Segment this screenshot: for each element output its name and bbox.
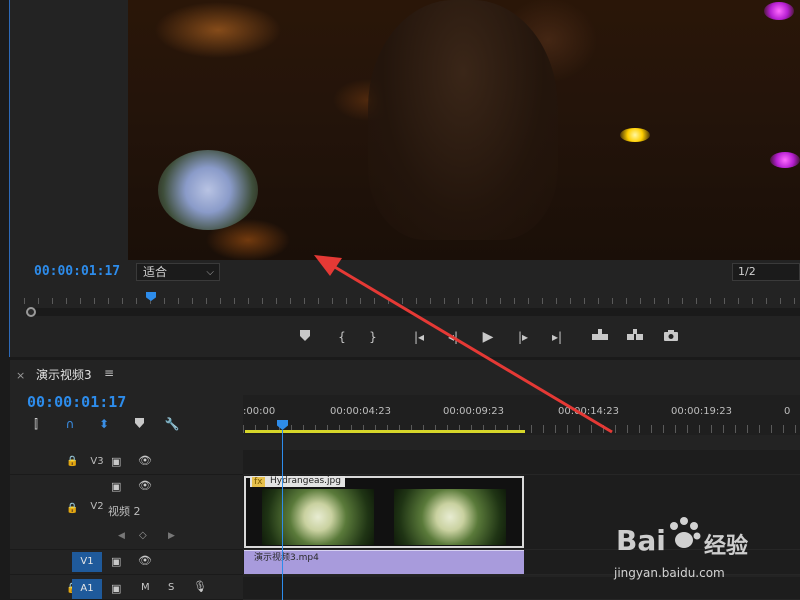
zoom-select[interactable]: 适合 ⌵ xyxy=(136,263,220,281)
ruler-label: 00:00:19:23 xyxy=(671,406,733,417)
play-button[interactable]: ▶ xyxy=(477,328,499,346)
step-back-button[interactable]: ◂| xyxy=(442,328,464,346)
ruler-label: 00:00:09:23 xyxy=(443,406,505,417)
preview-light xyxy=(620,128,650,142)
source-panel-edge xyxy=(0,0,10,357)
panel-menu-button[interactable]: ≡ xyxy=(104,366,114,380)
track-header-v2: ▣ 👁 🔒 V2 视频 2 ◀ ◇ ▶ xyxy=(10,475,243,550)
source-patch-v1[interactable]: V1 xyxy=(72,552,102,572)
timeline-timecode[interactable]: 00:00:01:17 xyxy=(27,393,126,411)
sync-lock-icon[interactable]: ▣ xyxy=(111,455,121,468)
clip-thumbnail xyxy=(262,489,374,545)
sync-lock-icon[interactable]: ▣ xyxy=(111,582,121,595)
ruler-label: :00:00 xyxy=(243,406,276,417)
keyframe-icon[interactable]: ◇ xyxy=(139,530,147,541)
resolution-value: 1/2 xyxy=(738,265,756,278)
prev-keyframe-icon[interactable]: ◀ xyxy=(118,531,125,541)
marker-icon xyxy=(134,418,144,428)
preview-flower-overlay xyxy=(158,150,258,230)
program-timecode[interactable]: 00:00:01:17 xyxy=(34,264,120,279)
lift-icon xyxy=(592,329,608,340)
playhead-line xyxy=(282,430,283,600)
zoom-select-value: 适合 xyxy=(143,265,168,279)
close-tab-button[interactable]: × xyxy=(16,369,25,382)
magnet-icon: ∩ xyxy=(65,417,75,431)
eye-icon[interactable]: 👁 xyxy=(138,479,152,492)
insert-sequence-nest-button[interactable]: ⫿ xyxy=(28,416,44,432)
track-header-v1: V1 ▣ 👁 xyxy=(10,550,243,575)
linked-selection-icon: ⬍ xyxy=(98,417,110,431)
sequence-tab[interactable]: 演示视频3 xyxy=(36,366,92,383)
sync-lock-icon[interactable]: ▣ xyxy=(111,480,121,493)
preview-figure xyxy=(368,0,558,240)
step-forward-icon: |▸ xyxy=(517,330,529,344)
ruler-label: 00:00:14:23 xyxy=(558,406,620,417)
tools-panel-edge xyxy=(0,357,10,600)
lift-button[interactable] xyxy=(589,328,611,346)
fx-badge[interactable]: fx xyxy=(252,477,265,487)
sync-lock-icon[interactable]: ▣ xyxy=(111,555,121,568)
track-lane-a1[interactable] xyxy=(243,577,800,600)
track-label-v3[interactable]: V3 xyxy=(82,452,112,472)
microphone-icon[interactable]: 🎙 xyxy=(193,580,207,593)
camera-icon xyxy=(664,330,678,341)
extract-icon xyxy=(627,329,643,340)
play-icon: ▶ xyxy=(482,329,494,345)
export-frame-button[interactable] xyxy=(660,328,682,346)
watermark-brand: Bai xyxy=(616,524,666,557)
resolution-select[interactable]: 1/2 xyxy=(732,263,800,281)
eye-icon[interactable]: 👁 xyxy=(138,454,152,467)
monitor-time-ruler[interactable] xyxy=(24,290,800,304)
source-patch-a1[interactable]: A1 xyxy=(72,579,102,599)
lock-icon[interactable]: 🔒 xyxy=(66,503,78,514)
monitor-zoom-handle[interactable] xyxy=(26,307,36,317)
track-name-v2: 视频 2 xyxy=(108,505,141,518)
clip-name: 演示视频3.mp4 xyxy=(254,553,319,563)
eye-icon[interactable]: 👁 xyxy=(138,554,152,567)
go-to-out-icon: ▸| xyxy=(551,330,563,344)
mark-out-button[interactable]: } xyxy=(362,328,384,346)
paw-logo-icon xyxy=(670,517,701,548)
preview-light xyxy=(764,2,794,20)
go-to-in-icon: |◂ xyxy=(413,330,425,344)
premiere-window: 00:00:01:17 适合 ⌵ 1/2 { } |◂ ◂| ▶ |▸ ▸| ×… xyxy=(0,0,800,600)
nest-icon: ⫿ xyxy=(34,417,38,431)
snap-button[interactable]: ∩ xyxy=(62,416,78,432)
video-preview xyxy=(128,0,800,260)
watermark-brand-cn: 经验 xyxy=(704,534,749,559)
preview-light xyxy=(770,152,800,168)
monitor-zoom-scrollbar[interactable] xyxy=(26,308,800,316)
go-to-in-button[interactable]: |◂ xyxy=(408,328,430,346)
chevron-down-icon: ⌵ xyxy=(206,267,214,278)
clip-thumbnail xyxy=(394,489,506,545)
track-header-v3: 🔒 V3 ▣ 👁 xyxy=(10,450,243,475)
lock-icon[interactable]: 🔒 xyxy=(66,456,78,467)
solo-button[interactable]: S xyxy=(168,582,174,593)
marker-icon xyxy=(300,330,310,341)
next-keyframe-icon[interactable]: ▶ xyxy=(168,531,175,541)
track-lane-v3[interactable] xyxy=(243,450,800,475)
baidu-watermark: Bai 经验 jingyan.baidu.com xyxy=(594,510,800,580)
step-back-icon: ◂| xyxy=(447,330,459,344)
mark-out-icon: } xyxy=(369,330,377,344)
mark-in-button[interactable]: { xyxy=(331,328,353,346)
go-to-out-button[interactable]: ▸| xyxy=(546,328,568,346)
step-forward-button[interactable]: |▸ xyxy=(512,328,534,346)
add-marker-button[interactable] xyxy=(294,328,316,346)
ruler-label: 00:00:04:23 xyxy=(330,406,392,417)
watermark-url: jingyan.baidu.com xyxy=(614,566,725,580)
extract-button[interactable] xyxy=(624,328,646,346)
ruler-label: 0 xyxy=(784,406,791,417)
timeline-settings-button[interactable]: 🔧 xyxy=(164,416,180,432)
add-marker-button-timeline[interactable] xyxy=(131,416,147,432)
mark-in-icon: { xyxy=(338,330,346,344)
track-header-a1: 🔒 A1 ▣ M S 🎙 xyxy=(10,577,243,600)
wrench-icon: 🔧 xyxy=(164,417,180,431)
linked-selection-button[interactable]: ⬍ xyxy=(96,416,112,432)
mute-button[interactable]: M xyxy=(141,582,150,593)
work-area-bar[interactable] xyxy=(245,430,525,433)
